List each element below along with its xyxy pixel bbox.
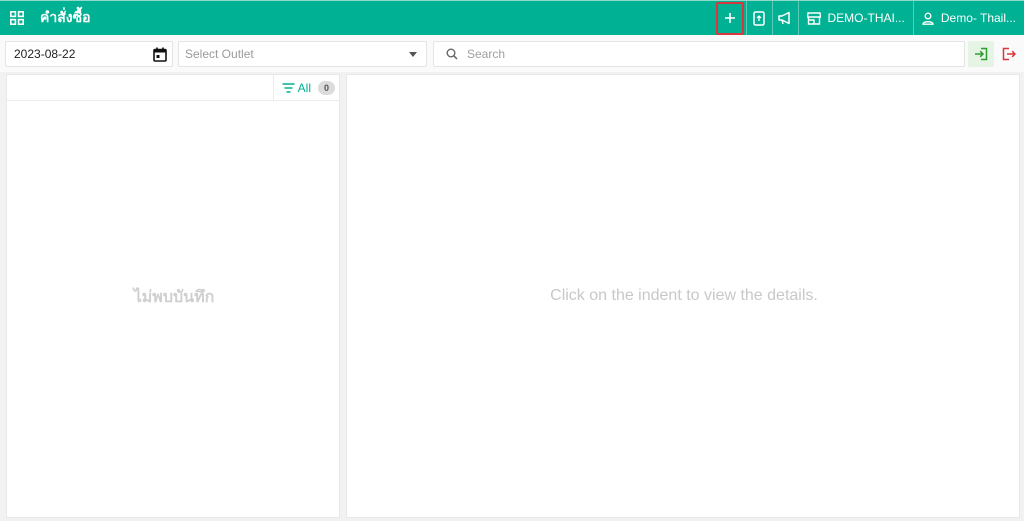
header-actions: DEMO-THAI... Demo- Thail... (715, 0, 1024, 36)
mobile-sync-icon (753, 10, 765, 26)
filter-toolbar: 2023-08-22 Select Outlet (0, 35, 1024, 72)
announcement-button[interactable] (771, 0, 798, 36)
login-button[interactable] (968, 41, 994, 67)
store-icon (806, 11, 821, 25)
date-picker[interactable]: 2023-08-22 (5, 41, 173, 67)
filter-icon (282, 82, 295, 93)
logout-icon (1002, 47, 1016, 61)
user-menu[interactable]: Demo- Thail... (912, 0, 1024, 36)
empty-list-message: ไม่พบบันทึก (133, 287, 215, 306)
search-input[interactable] (467, 47, 947, 61)
outlet-select[interactable]: Select Outlet (178, 41, 427, 67)
chevron-down-icon (409, 52, 417, 57)
search-box[interactable] (433, 41, 965, 67)
mobile-sync-button[interactable] (745, 0, 772, 36)
outlet-placeholder: Select Outlet (185, 47, 254, 61)
page-title: คำสั่งซื้อ (40, 10, 91, 26)
apps-grid-icon (10, 11, 24, 25)
store-selector[interactable]: DEMO-THAI... (797, 0, 913, 36)
user-name-label: Demo- Thail... (940, 11, 1016, 25)
empty-detail-message: Click on the indent to view the details. (550, 287, 818, 304)
megaphone-icon (778, 11, 790, 25)
filter-button[interactable]: All 0 (272, 75, 339, 100)
plus-icon (724, 13, 735, 23)
calendar-icon[interactable] (153, 47, 167, 62)
apps-grid-button[interactable] (2, 1, 32, 36)
list-header: All 0 (7, 75, 339, 101)
indent-list-panel: All 0 ไม่พบบันทึก (6, 74, 340, 518)
store-name-label: DEMO-THAI... (827, 11, 905, 25)
user-icon (922, 12, 934, 25)
top-header: คำสั่งซื้อ DEMO-THAI... Demo- Thail... (0, 0, 1024, 36)
login-icon (975, 47, 988, 61)
filter-label: All (297, 80, 311, 95)
date-value: 2023-08-22 (14, 47, 76, 61)
indent-detail-panel: Click on the indent to view the details. (346, 74, 1020, 518)
count-badge: 0 (318, 80, 335, 95)
search-icon (446, 48, 458, 60)
logout-button[interactable] (998, 41, 1020, 67)
add-button[interactable] (715, 1, 744, 35)
